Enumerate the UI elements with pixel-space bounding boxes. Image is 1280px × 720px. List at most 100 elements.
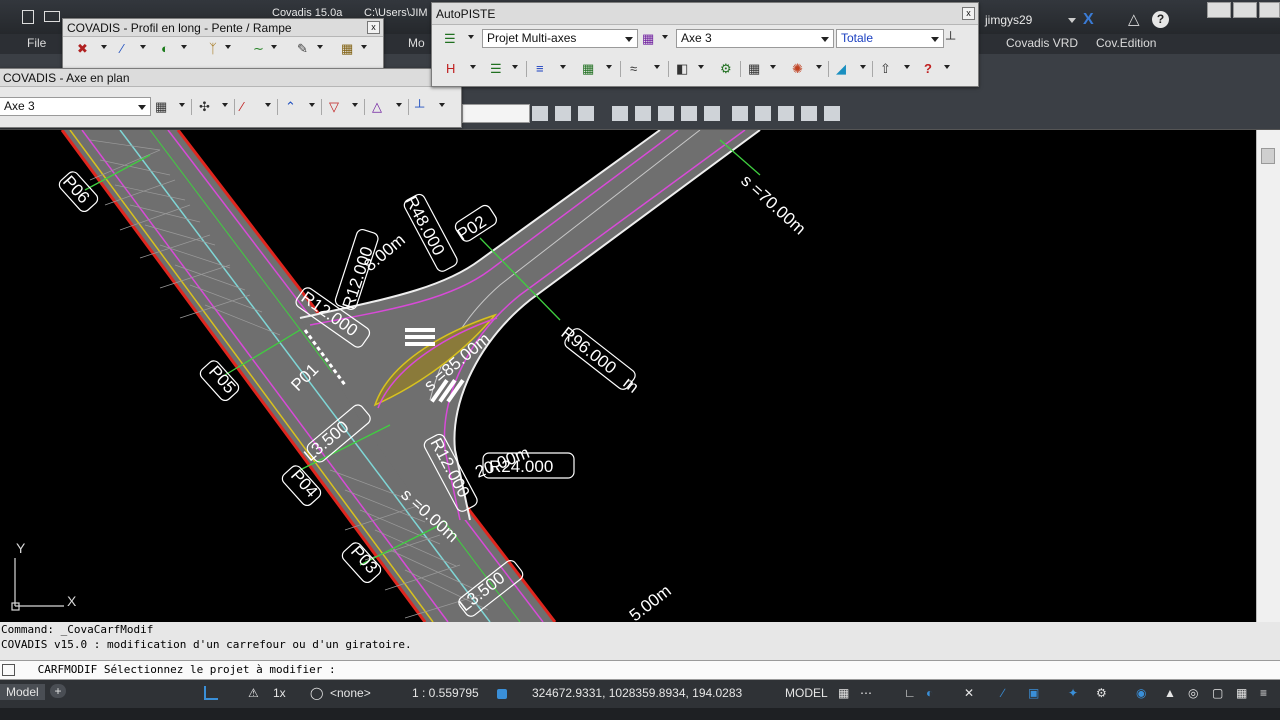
layer-tool-icon[interactable] [658, 106, 674, 121]
layer-tool-icon[interactable] [578, 106, 594, 121]
h-section-icon[interactable]: H [446, 60, 455, 78]
maximize-button[interactable] [1233, 2, 1257, 18]
axis-select-autopiste[interactable]: Axe 3 [676, 29, 834, 48]
minimize-button[interactable] [1207, 2, 1231, 18]
road-drawing[interactable]: s =70.00m P02 R48.000 8.00m R12.000 P06 … [0, 130, 1256, 622]
exchange-icon[interactable]: X [1083, 11, 1094, 29]
polar-icon[interactable]: ◐ [926, 686, 933, 700]
section-edit-icon[interactable]: ☰ [490, 60, 502, 78]
command-line-icon[interactable] [2, 664, 15, 676]
toolbar-autopiste[interactable]: AutoPISTE x ☰ Projet Multi-axes ▦ Axe 3 … [431, 2, 979, 87]
layer-tool-icon[interactable] [555, 106, 571, 121]
osnap-icon[interactable]: ✕ [964, 686, 974, 700]
move-tool-icon[interactable]: ✣ [199, 98, 210, 116]
autopiste-tool-icon[interactable]: ☰ [444, 30, 456, 48]
isolate-icon[interactable]: ◉ [1136, 686, 1146, 700]
layer-tool-icon[interactable] [612, 106, 628, 121]
grid-cells-icon[interactable]: ▦ [582, 60, 594, 78]
line-tool-icon[interactable]: ∕ [241, 98, 243, 116]
toolbar-axe-en-plan[interactable]: COVADIS - Axe en plan Axe 3 ▦ ✣ ∕ ⌃ ▽ △ … [0, 68, 462, 128]
tab-cov-edition[interactable]: Cov.Edition [1096, 36, 1156, 50]
color-pick-icon[interactable]: ✺ [792, 60, 803, 78]
vertical-scrollbar[interactable] [1256, 130, 1280, 622]
connect-icon[interactable]: ⇧ [880, 60, 891, 78]
profile-view-icon[interactable]: ┴ [946, 30, 955, 48]
layer-tool-icon[interactable] [635, 106, 651, 121]
close-icon[interactable]: x [962, 7, 975, 20]
globe-icon[interactable]: ◯ [310, 686, 323, 700]
toolbar-autopiste-header[interactable]: AutoPISTE x [432, 3, 978, 25]
grid-display-icon[interactable] [204, 686, 218, 700]
model-tab[interactable]: Model [0, 684, 45, 700]
transparency-icon[interactable]: ▣ [1028, 686, 1039, 700]
snap-icon[interactable]: ⋯ [860, 686, 872, 700]
surface-icon[interactable]: ≈ [630, 60, 637, 78]
fill-icon[interactable]: ◢ [836, 60, 846, 78]
axis-grid-icon[interactable]: ▦ [642, 30, 654, 48]
viewport-scale[interactable]: 1 : 0.559795 [412, 686, 479, 700]
command-line[interactable]: CARFMODIF Sélectionnez le projet à modif… [0, 660, 1280, 680]
customize-icon[interactable]: ▦ [1236, 686, 1247, 700]
workspace-gear-icon[interactable]: ⚙ [1096, 686, 1107, 700]
mode-select[interactable]: Totale [836, 29, 944, 48]
profile-axis-icon[interactable]: ┴ [415, 98, 424, 116]
curve-tool-icon[interactable]: ∼ [253, 40, 264, 58]
annotation-select[interactable]: <none> [330, 686, 371, 700]
add-layout-icon[interactable]: + [50, 684, 66, 698]
clean-screen-icon[interactable]: ▢ [1212, 686, 1223, 700]
ortho-icon[interactable]: ∟ [904, 686, 916, 700]
triangle-tool-icon[interactable]: △ [372, 98, 382, 116]
a360-icon[interactable]: △ [1128, 10, 1140, 28]
tab-covadis-vrd[interactable]: Covadis VRD [1006, 36, 1078, 50]
tab-file[interactable]: File [27, 36, 46, 50]
help-icon[interactable]: ? [1152, 11, 1169, 28]
user-dropdown-icon[interactable] [1068, 18, 1076, 23]
lineweight-icon[interactable]: ∕ [1002, 686, 1004, 700]
project-select[interactable]: Projet Multi-axes [482, 29, 638, 48]
vertex-tool-icon[interactable]: ◐ [161, 40, 169, 58]
drawing-canvas[interactable]: s =70.00m P02 R48.000 8.00m R12.000 P06 … [0, 130, 1256, 622]
annotation-monitor-icon[interactable]: ✦ [1068, 686, 1078, 700]
profile-tool-icon[interactable]: ✖ [77, 40, 88, 58]
grid-icon[interactable]: ▦ [838, 686, 849, 700]
close-window-button[interactable] [1259, 2, 1280, 18]
layer-tool-icon[interactable] [755, 106, 771, 121]
layer-tool-icon[interactable] [732, 106, 748, 121]
lock-icon[interactable] [497, 689, 507, 699]
layer-tool-icon[interactable] [704, 106, 720, 121]
hardware-accel-icon[interactable]: ◎ [1188, 686, 1198, 700]
axis-tool-icon[interactable]: ▦ [155, 98, 167, 116]
axis-select[interactable]: Axe 3 [0, 97, 151, 116]
warning-icon[interactable]: ▲ [1164, 686, 1176, 700]
annotation-scale[interactable]: 1x [273, 686, 286, 700]
annotation-visibility-icon[interactable]: ⚠ [248, 686, 259, 700]
toolbar-profil-en-long[interactable]: COVADIS - Profil en long - Pente / Rampe… [62, 18, 384, 70]
edit-tool-icon[interactable]: ✎ [297, 40, 308, 58]
gear-icon[interactable]: ⚙ [720, 60, 732, 78]
menu-icon[interactable]: ≡ [1260, 686, 1267, 700]
close-icon[interactable]: x [367, 21, 380, 34]
angle-tool-icon[interactable]: ⌃ [285, 98, 296, 116]
help-question-icon[interactable]: ? [924, 60, 932, 78]
quick-access-open-icon[interactable] [44, 11, 60, 22]
quick-access-new-icon[interactable] [22, 10, 34, 24]
layer-tool-icon[interactable] [801, 106, 817, 121]
layer-tool-icon[interactable] [681, 106, 697, 121]
tab-mo[interactable]: Mo [408, 36, 425, 50]
user-name[interactable]: jimgys29 [985, 13, 1032, 27]
toolbar-axe-header[interactable]: COVADIS - Axe en plan [0, 69, 461, 87]
slope-tool-icon[interactable]: ∕ [121, 40, 123, 58]
layers-icon[interactable]: ≡ [536, 60, 544, 78]
layer-tool-icon[interactable] [778, 106, 794, 121]
point-tool-icon[interactable]: ᛉ [209, 40, 217, 58]
table-edit-icon[interactable]: ▦ [748, 60, 760, 78]
model-space-button[interactable]: MODEL [785, 686, 828, 700]
layer-tool-icon[interactable] [824, 106, 840, 121]
block-icon[interactable]: ◧ [676, 60, 688, 78]
scrollbar-thumb[interactable] [1261, 148, 1275, 164]
toolbar-profil-header[interactable]: COVADIS - Profil en long - Pente / Rampe… [63, 19, 383, 37]
ribbon-combo[interactable] [462, 104, 530, 123]
layer-tool-icon[interactable] [532, 106, 548, 121]
table-tool-icon[interactable]: ▦ [341, 40, 353, 58]
arc-tool-icon[interactable]: ▽ [329, 98, 339, 116]
